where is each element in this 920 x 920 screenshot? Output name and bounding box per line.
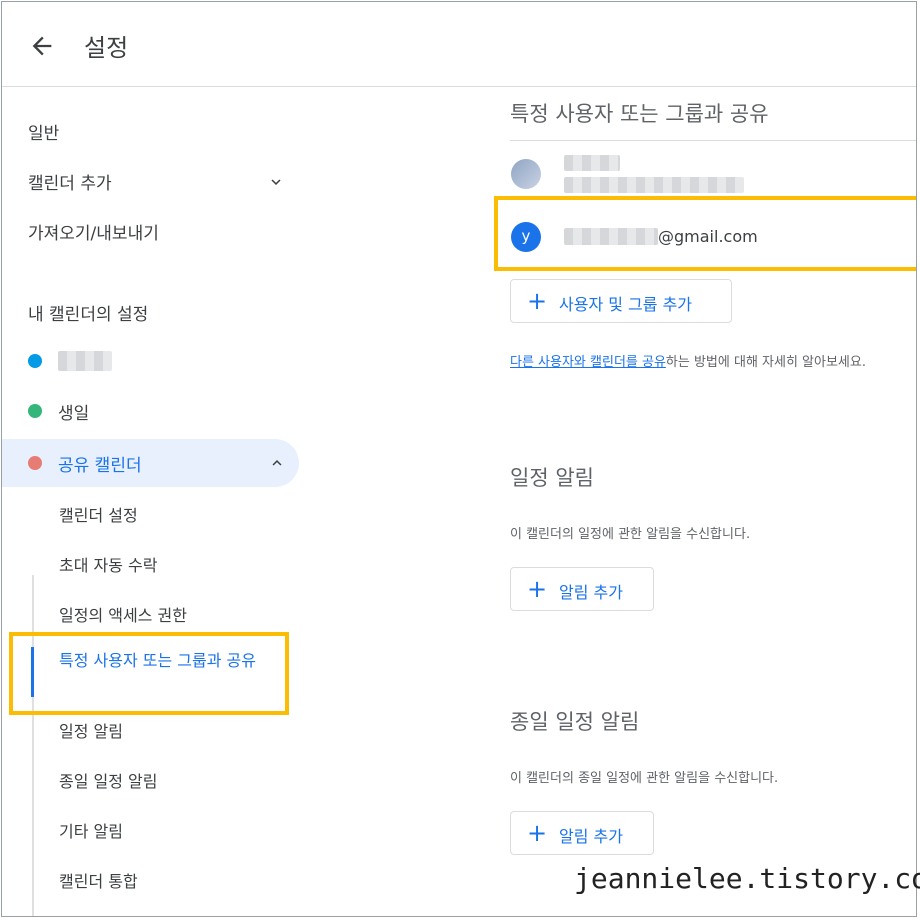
allday-alerts-title: 종일 일정 알림 [510, 710, 640, 734]
blurred-user-email [564, 177, 744, 193]
sidebar-subitem-auto-accept[interactable]: 초대 자동 수락 [59, 552, 158, 576]
allday-alerts-description: 이 캘린더의 종일 일정에 관한 알림을 수신합니다. [510, 771, 779, 786]
sidebar-item-add-calendar[interactable]: 캘린더 추가 [28, 169, 112, 194]
app-header: 설정 [2, 2, 916, 87]
calendar-item-birthdays[interactable]: 생일 [2, 387, 299, 435]
add-allday-alert-button[interactable]: + 알림 추가 [510, 811, 654, 855]
plus-icon: + [527, 287, 548, 315]
calendar-item-personal[interactable] [2, 337, 299, 385]
calendar-color-dot [28, 354, 42, 368]
highlight-box-email [494, 196, 916, 271]
share-section-title: 특정 사용자 또는 그룹과 공유 [510, 102, 769, 126]
add-alert-button[interactable]: + 알림 추가 [510, 567, 654, 611]
plus-icon: + [527, 819, 548, 847]
share-help-text: 다른 사용자와 캘린더를 공유하는 방법에 대해 자세히 알아보세요. [510, 351, 866, 370]
add-allday-alert-label: 알림 추가 [559, 827, 623, 846]
sidebar-item-general[interactable]: 일반 [28, 119, 59, 144]
chevron-up-icon[interactable] [268, 454, 286, 472]
calendar-label: 공유 캘린더 [58, 456, 142, 476]
sidebar-subitem-calendar-settings[interactable]: 캘린더 설정 [59, 502, 138, 526]
calendar-item-shared[interactable]: 공유 캘린더 [2, 439, 299, 487]
event-alerts-description: 이 캘린더의 일정에 관한 알림을 수신합니다. [510, 527, 751, 542]
my-calendars-heading: 내 캘린더의 설정 [28, 305, 149, 325]
share-help-rest: 하는 방법에 대해 자세히 알아보세요. [665, 355, 866, 370]
share-help-link[interactable]: 다른 사용자와 캘린더를 공유 [510, 355, 666, 370]
arrow-back-icon[interactable] [28, 32, 56, 60]
watermark: jeannielee.tistory.com [574, 862, 920, 895]
add-people-button[interactable]: + 사용자 및 그룹 추가 [510, 279, 732, 323]
section-divider [510, 140, 916, 141]
sidebar-subitem-event-alerts[interactable]: 일정 알림 [59, 718, 123, 742]
blurred-calendar-name [58, 351, 112, 371]
sidebar-subitem-access-permissions[interactable]: 일정의 액세스 권한 [59, 602, 187, 626]
calendar-label: 생일 [58, 404, 90, 424]
highlight-box-sidebar [9, 632, 289, 715]
calendar-color-dot [28, 456, 42, 470]
page-title: 설정 [84, 34, 129, 62]
add-alert-label: 알림 추가 [559, 583, 623, 602]
settings-window: 설정 일반 캘린더 추가 가져오기/내보내기 내 캘린더의 설정 생일 공유 캘… [1, 1, 917, 917]
event-alerts-title: 일정 알림 [510, 466, 594, 490]
avatar [511, 159, 541, 189]
sidebar-subitem-integrate-calendar[interactable]: 캘린더 통합 [59, 868, 138, 892]
settings-sidebar: 일반 캘린더 추가 가져오기/내보내기 내 캘린더의 설정 생일 공유 캘린더 … [2, 87, 312, 916]
chevron-down-icon[interactable] [267, 173, 285, 191]
plus-icon: + [527, 575, 548, 603]
submenu-guide-line [32, 575, 34, 916]
blurred-user-name [564, 155, 620, 171]
add-people-label: 사용자 및 그룹 추가 [559, 295, 693, 314]
calendar-color-dot [28, 404, 42, 418]
sidebar-subitem-other-alerts[interactable]: 기타 알림 [59, 818, 123, 842]
shared-user-row-owner [510, 155, 916, 199]
sidebar-item-import-export[interactable]: 가져오기/내보내기 [28, 219, 159, 244]
sidebar-subitem-allday-alerts[interactable]: 종일 일정 알림 [59, 768, 158, 792]
